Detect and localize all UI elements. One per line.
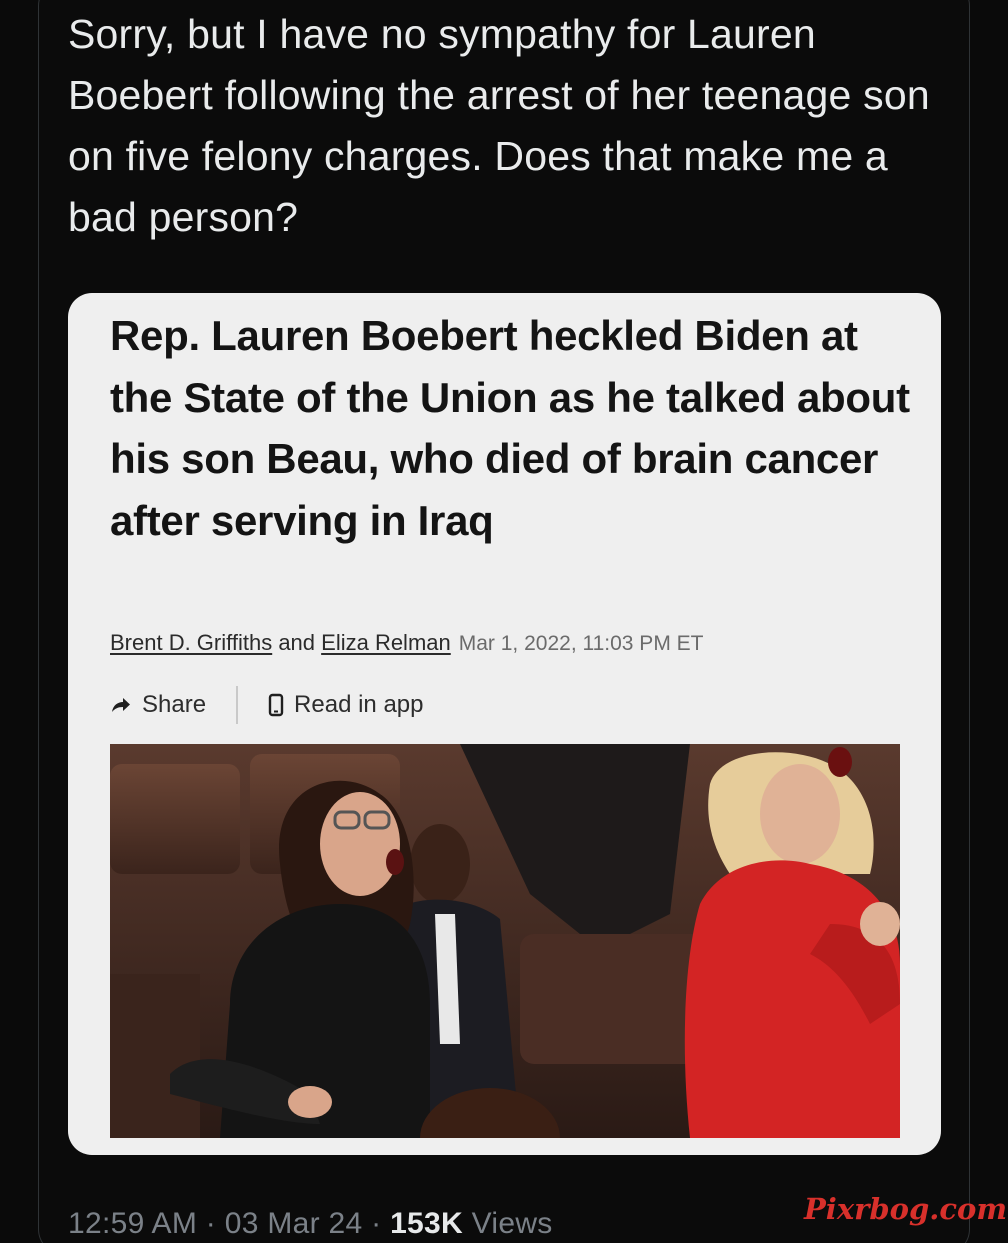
read-in-app-label: Read in app [294,691,424,718]
read-in-app-button[interactable]: Read in app [268,691,423,719]
share-button[interactable]: Share [110,691,206,719]
article-actions: Share Read in app [110,685,423,725]
article-link-card[interactable]: Rep. Lauren Boebert heckled Biden at the… [68,293,941,1155]
share-label: Share [142,691,207,718]
tweet-date[interactable]: 03 Mar 24 [225,1207,363,1240]
article-date: Mar 1, 2022, 11:03 PM ET [458,632,704,655]
meta-separator: · [197,1207,225,1240]
tweet-meta: 12:59 AM · 03 Mar 24 · 153K Views [68,1207,553,1241]
author-link[interactable]: Eliza Relman [321,630,451,655]
phone-icon [268,693,284,717]
action-divider [236,686,239,724]
share-arrow-icon [110,696,132,714]
article-photo [110,744,900,1138]
byline-conjunction: and [272,630,322,655]
article-byline: Brent D. Griffiths and Eliza Relman Mar 1… [110,630,703,656]
views-count: 153K [390,1207,463,1240]
views-label: Views [462,1207,553,1240]
meta-separator: · [362,1207,391,1240]
watermark: Pixrbog.com [804,1192,1008,1226]
tweet-text: Sorry, but I have no sympathy for Lauren… [68,11,930,240]
tweet-time[interactable]: 12:59 AM [68,1207,197,1240]
article-headline: Rep. Lauren Boebert heckled Biden at the… [110,312,910,544]
author-link[interactable]: Brent D. Griffiths [110,630,272,655]
